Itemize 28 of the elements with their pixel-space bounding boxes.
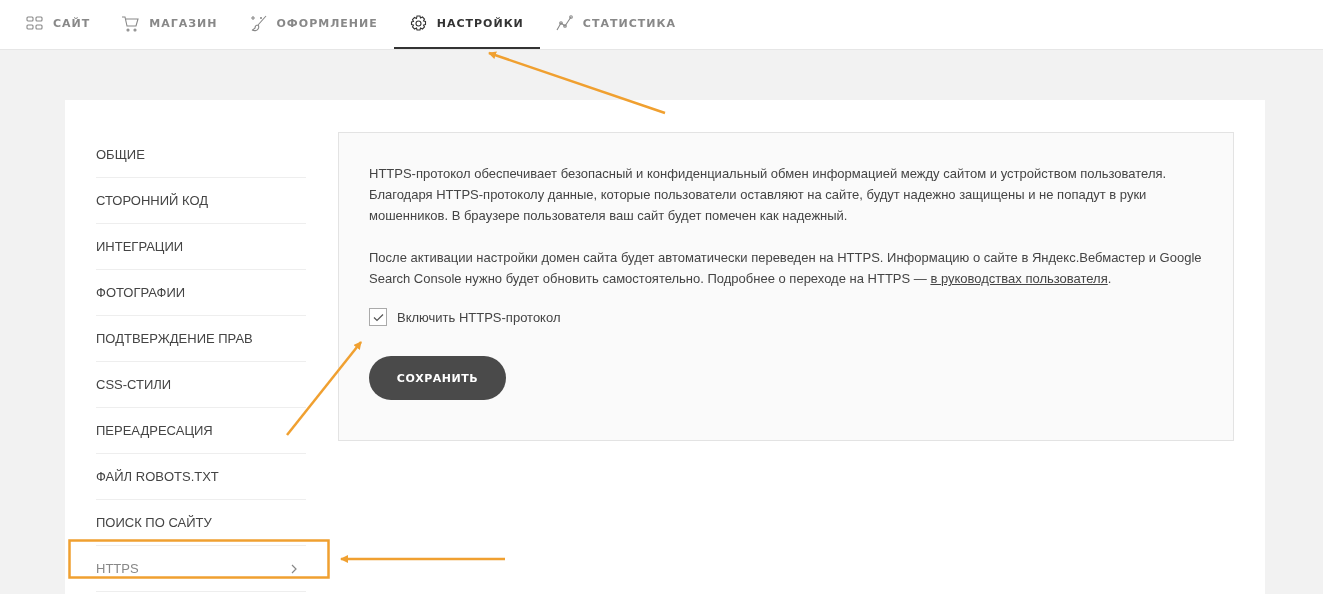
brush-icon: [249, 15, 267, 32]
checkbox[interactable]: [369, 308, 387, 326]
sidebar-item[interactable]: СТОРОННИЙ КОД: [96, 178, 306, 224]
sidebar-item[interactable]: ПЕРЕАДРЕСАЦИЯ: [96, 408, 306, 454]
check-icon: [372, 312, 384, 322]
sidebar-item[interactable]: ОБЩИЕ: [96, 132, 306, 178]
save-button[interactable]: СОХРАНИТЬ: [369, 356, 506, 400]
chevron-icon: [290, 563, 298, 574]
sidebar-item[interactable]: ИНТЕГРАЦИИ: [96, 224, 306, 270]
description-text: HTTPS-протокол обеспечивает безопасный и конфиденциальный обмен информацией между сайтом и устройством пользователя. Благодаря HTTPS-протоколу данные, которые пользователи оставляют на сайте, будут надежно защищены и не попадут в руки мошенников. В браузере пользователя ваш сайт будет помечен как надежный.: [369, 165, 1168, 225]
cart-icon: [122, 15, 140, 32]
sidebar-item[interactable]: HTTPS: [96, 546, 306, 592]
nav-tab[interactable]: МАГАЗИН: [106, 0, 234, 49]
sidebar-item[interactable]: ПОИСК ПО САЙТУ: [96, 500, 306, 546]
nav-tab[interactable]: САЙТ: [10, 0, 107, 49]
nav-tab[interactable]: НАСТРОЙКИ: [393, 0, 540, 49]
description-text: После активации настройки домен сайта будет автоматически переведен на HTTPS. Информацию о сайте в Яндекс.Вебмастер и Google Search Console нужно будет обновить самостоятельно. Подробнее о переходе на HTTPS — в руководствах пользователя.: [369, 249, 1203, 288]
sidebar-item[interactable]: CSS-СТИЛИ: [96, 362, 306, 408]
sidebar-item[interactable]: ПОДТВЕРЖДЕНИЕ ПРАВ: [96, 316, 306, 362]
nav-tab[interactable]: ОФОРМЛЕНИЕ: [233, 0, 394, 49]
sidebar-item[interactable]: ФАЙЛ ROBOTS.TXT: [96, 454, 306, 500]
chart-icon: [555, 15, 573, 32]
grid-icon: [26, 15, 43, 32]
checkbox-label: Включить HTTPS-протокол: [397, 309, 561, 325]
sidebar-item[interactable]: ФОТОГРАФИИ: [96, 270, 306, 316]
gear-icon: [409, 15, 427, 32]
nav-tab[interactable]: СТАТИСТИКА: [539, 0, 692, 49]
guide-link[interactable]: в руководствах пользователя: [930, 271, 1108, 286]
